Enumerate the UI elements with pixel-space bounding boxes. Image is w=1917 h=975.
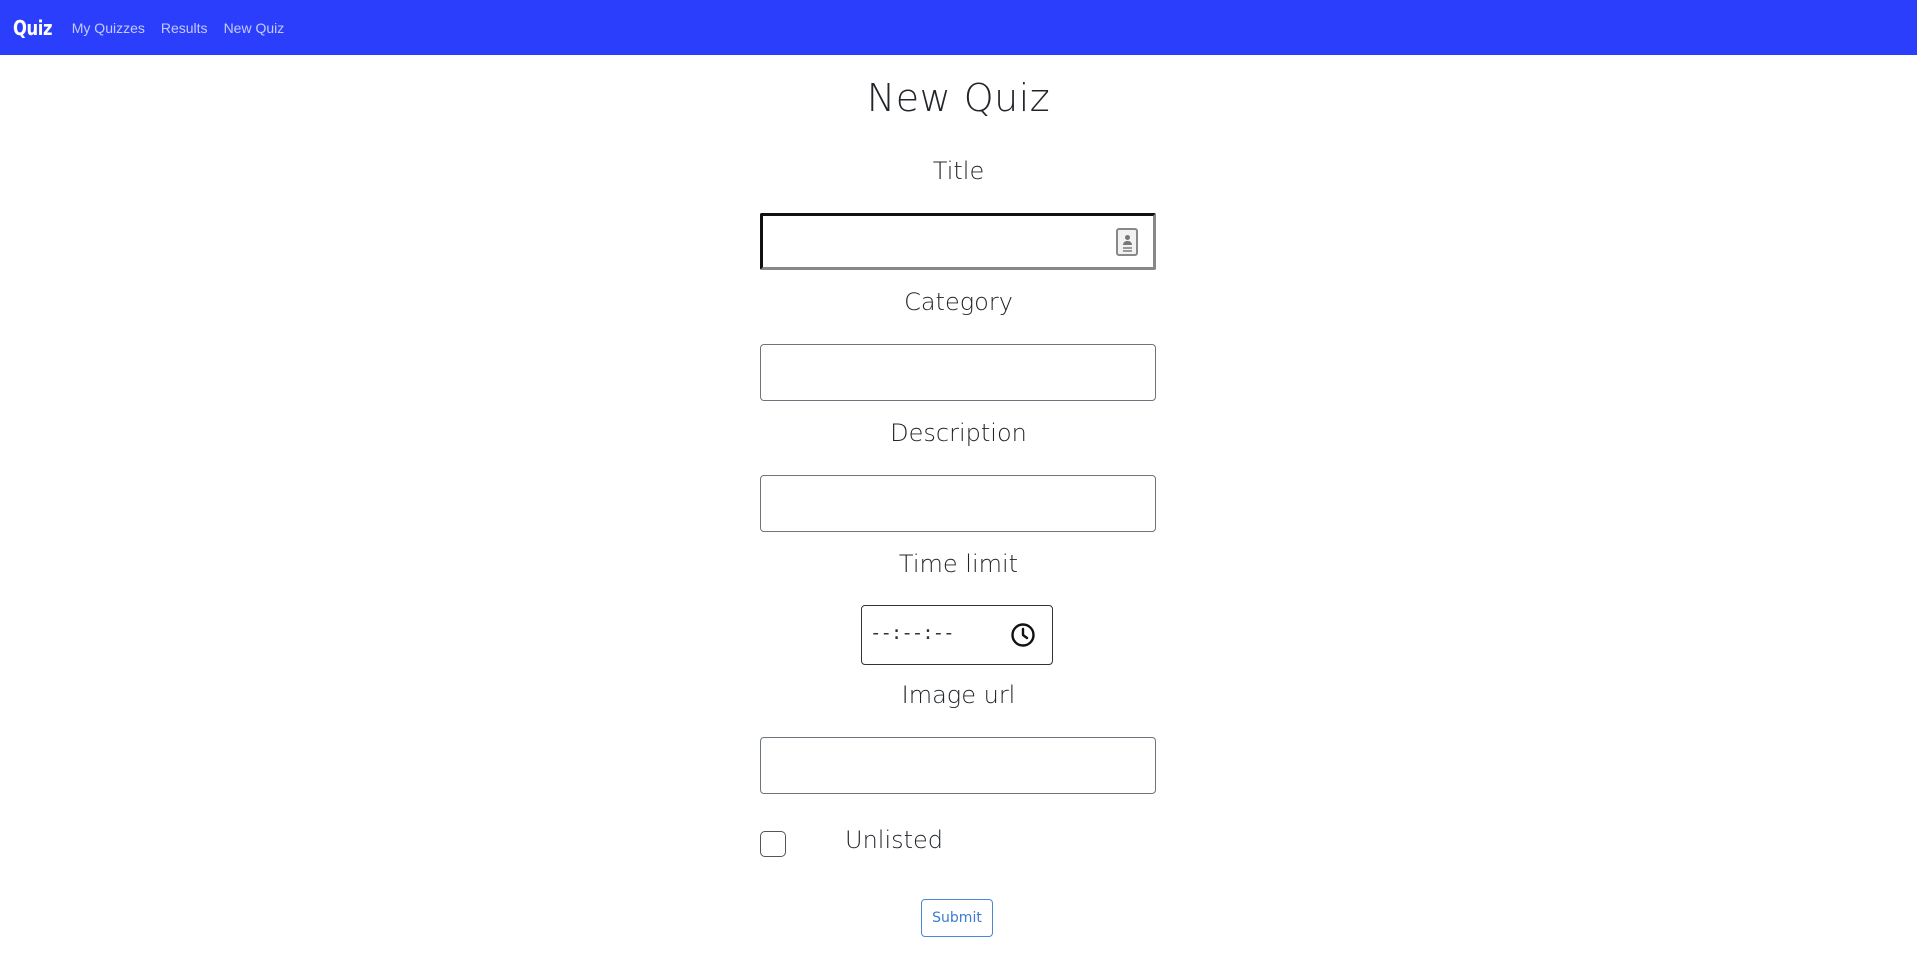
- image-url-input[interactable]: [760, 737, 1156, 794]
- time-limit-placeholder: --:--:--: [870, 622, 955, 644]
- time-limit-label: Time limit: [898, 550, 1019, 578]
- description-input[interactable]: [760, 475, 1156, 532]
- brand-logo[interactable]: Quiz: [13, 16, 53, 40]
- image-url-label: Image url: [901, 681, 1016, 709]
- top-navbar: Quiz My Quizzes Results New Quiz: [0, 0, 1917, 55]
- page-title: New Quiz: [866, 76, 1051, 120]
- category-input[interactable]: [760, 344, 1156, 401]
- category-label: Category: [904, 288, 1013, 316]
- clock-icon[interactable]: [1010, 622, 1036, 648]
- submit-button[interactable]: Submit: [921, 899, 993, 937]
- title-input[interactable]: [760, 213, 1156, 270]
- title-label: Title: [932, 157, 985, 185]
- nav-links: My Quizzes Results New Quiz: [64, 20, 285, 36]
- unlisted-label: Unlisted: [845, 826, 944, 854]
- nav-link-results[interactable]: Results: [161, 20, 208, 36]
- time-limit-input[interactable]: --:--:--: [861, 605, 1053, 665]
- contact-autofill-icon[interactable]: [1116, 228, 1138, 256]
- description-label: Description: [890, 419, 1027, 447]
- unlisted-checkbox[interactable]: [760, 831, 786, 857]
- nav-link-my-quizzes[interactable]: My Quizzes: [72, 20, 145, 36]
- nav-link-new-quiz[interactable]: New Quiz: [224, 20, 285, 36]
